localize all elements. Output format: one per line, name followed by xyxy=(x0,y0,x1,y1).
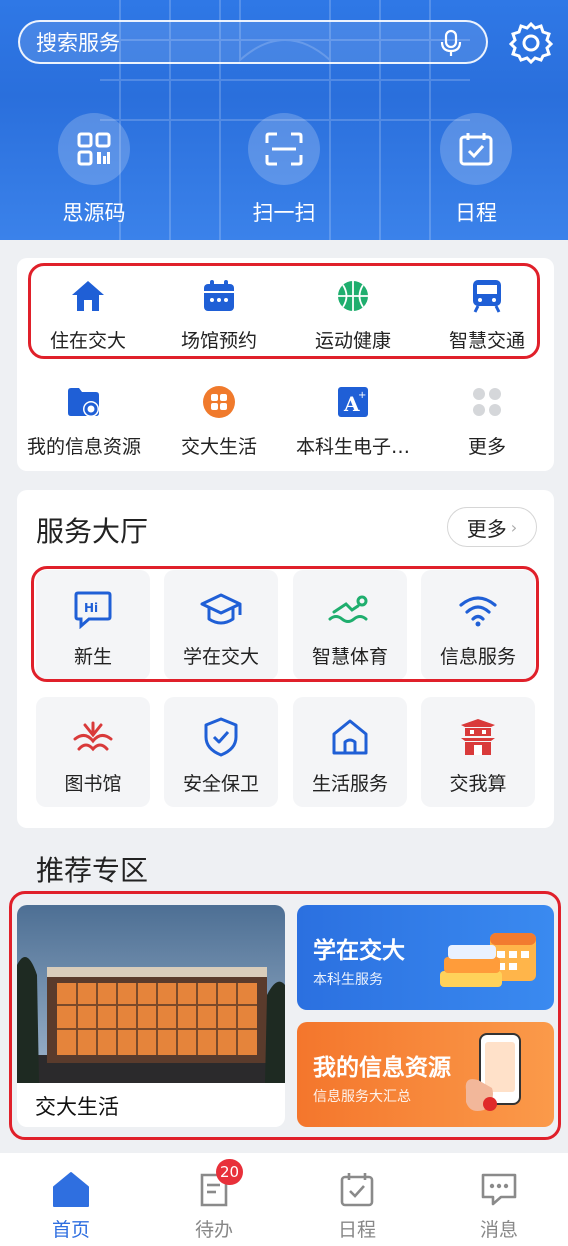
recommend-card-subtitle: 本科生服务 xyxy=(313,972,383,988)
svg-text:Hi: Hi xyxy=(84,601,98,615)
nav-label: 消息 xyxy=(479,1219,518,1241)
recommend-title: 推荐专区 xyxy=(36,854,149,887)
quick-action-label: 扫一扫 xyxy=(252,201,316,225)
home-outline-icon xyxy=(332,719,368,755)
grid-item-label: 运动健康 xyxy=(314,330,391,352)
grid-item-label: 交大生活 xyxy=(180,436,257,458)
message-icon xyxy=(481,1173,517,1206)
nav-home[interactable]: 首页 xyxy=(21,1169,121,1242)
tile-library[interactable]: 图书馆 xyxy=(36,697,150,807)
recommend-jiaoda-life-card[interactable]: 交大生活 xyxy=(17,905,285,1127)
recommend-card-title: 学在交大 xyxy=(313,938,405,964)
grid-item-label: 更多 xyxy=(467,436,506,458)
graduation-cap-icon xyxy=(200,593,242,625)
schedule-icon xyxy=(340,1173,374,1207)
tile-label: 智慧体育 xyxy=(311,646,388,668)
grid-item-venue-booking[interactable]: 场馆预约 xyxy=(148,276,290,353)
folder-gear-icon xyxy=(68,388,99,417)
quick-action-scan[interactable]: 扫一扫 xyxy=(214,113,354,227)
grid-item-live-in-jiaoda[interactable]: 住在交大 xyxy=(17,276,159,353)
basketball-icon xyxy=(338,281,368,311)
recommend-card-subtitle: 信息服务大汇总 xyxy=(313,1089,411,1105)
search-placeholder: 搜索服务 xyxy=(36,31,120,55)
font-a-plus-icon: A+ xyxy=(338,387,368,417)
nav-messages[interactable]: 消息 xyxy=(449,1169,549,1242)
grid-item-label: 场馆预约 xyxy=(180,330,257,352)
grid-item-label: 我的信息资源 xyxy=(26,436,141,458)
dots-grid-icon xyxy=(473,388,501,416)
home-icon xyxy=(53,1172,89,1207)
library-logo-icon xyxy=(73,721,113,752)
grid-item-label: 智慧交通 xyxy=(448,330,525,352)
tile-label: 交我算 xyxy=(449,773,507,795)
recommend-card-title: 我的信息资源 xyxy=(313,1055,451,1081)
hi-chat-icon: Hi xyxy=(74,591,112,629)
calendar-icon xyxy=(204,280,234,311)
recommend-info-resources-card[interactable]: 我的信息资源 信息服务大汇总 xyxy=(297,1022,554,1127)
svg-text:+: + xyxy=(358,390,366,401)
quick-action-schedule[interactable]: 日程 xyxy=(406,113,546,227)
calendar-check-icon xyxy=(459,133,493,166)
grid-circle-icon xyxy=(203,386,235,418)
tile-label: 学在交大 xyxy=(182,646,259,668)
todo-badge: 20 xyxy=(216,1159,244,1185)
nav-label: 待办 xyxy=(194,1219,233,1241)
grid-item-undergrad-electronic[interactable]: A + 本科生电子… xyxy=(282,382,424,459)
chevron-right-icon: › xyxy=(510,517,518,537)
pagoda-icon xyxy=(461,719,495,755)
nav-label: 首页 xyxy=(51,1219,90,1241)
grid-item-my-info-resources[interactable]: 我的信息资源 xyxy=(13,382,155,459)
quick-action-label: 日程 xyxy=(455,201,497,225)
phone-hand-illustration xyxy=(465,1033,521,1111)
tile-life-service[interactable]: 生活服务 xyxy=(293,697,407,807)
tile-jiaowo-compute[interactable]: 交我算 xyxy=(421,697,535,807)
bus-icon xyxy=(473,280,501,313)
grid-item-smart-transport[interactable]: 智慧交通 xyxy=(416,276,558,353)
nav-schedule[interactable]: 日程 xyxy=(307,1169,407,1242)
tile-info-service[interactable]: 信息服务 xyxy=(421,570,535,680)
quick-action-label: 思源码 xyxy=(62,201,126,225)
tile-smart-sports[interactable]: 智慧体育 xyxy=(293,570,407,680)
tile-label: 图书馆 xyxy=(64,773,122,795)
recommend-study-card[interactable]: 学在交大 本科生服务 xyxy=(297,905,554,1010)
swimmer-icon xyxy=(328,595,368,623)
grid-item-sports-health[interactable]: 运动健康 xyxy=(282,276,424,353)
tile-freshman[interactable]: Hi 新生 xyxy=(36,570,150,680)
books-calendar-illustration xyxy=(440,933,536,987)
search-bar[interactable]: 搜索服务 xyxy=(18,20,488,64)
tile-label: 新生 xyxy=(73,646,112,668)
house-icon xyxy=(72,281,104,311)
campus-building-photo xyxy=(17,905,285,1083)
tile-label: 生活服务 xyxy=(311,773,388,795)
bottom-nav: 首页 20 待办 日程 消息 xyxy=(0,1153,568,1246)
grid-item-label: 住在交大 xyxy=(49,330,126,352)
wifi-icon xyxy=(459,596,497,627)
tile-study-at-jiaoda[interactable]: 学在交大 xyxy=(164,570,278,680)
recommend-left-caption: 交大生活 xyxy=(35,1095,119,1119)
nav-label: 日程 xyxy=(337,1219,376,1241)
nav-todo[interactable]: 20 待办 xyxy=(164,1159,264,1242)
gear-icon[interactable] xyxy=(509,20,553,64)
service-hall-more-button[interactable]: 更多 › xyxy=(447,507,537,547)
scan-icon xyxy=(265,132,303,166)
header-banner: 搜索服务 思源码 扫一扫 日程 xyxy=(0,0,568,240)
qr-code-icon xyxy=(77,132,111,166)
app-grid-card: 住在交大 场馆预约 运动健康 智慧交通 我的信息资源 交大生活 A + 本科生电子… xyxy=(17,258,554,471)
more-button-label: 更多 xyxy=(466,516,507,541)
grid-item-label: 本科生电子… xyxy=(295,436,410,458)
grid-item-jiaoda-life[interactable]: 交大生活 xyxy=(148,382,290,459)
tile-label: 安全保卫 xyxy=(182,773,259,795)
service-hall-title: 服务大厅 xyxy=(36,515,149,548)
quick-action-siyuan-code[interactable]: 思源码 xyxy=(24,113,164,227)
shield-check-icon xyxy=(204,717,238,757)
grid-item-more[interactable]: 更多 xyxy=(416,382,558,459)
microphone-icon[interactable] xyxy=(438,29,464,57)
tile-security[interactable]: 安全保卫 xyxy=(164,697,278,807)
tile-label: 信息服务 xyxy=(439,646,516,668)
